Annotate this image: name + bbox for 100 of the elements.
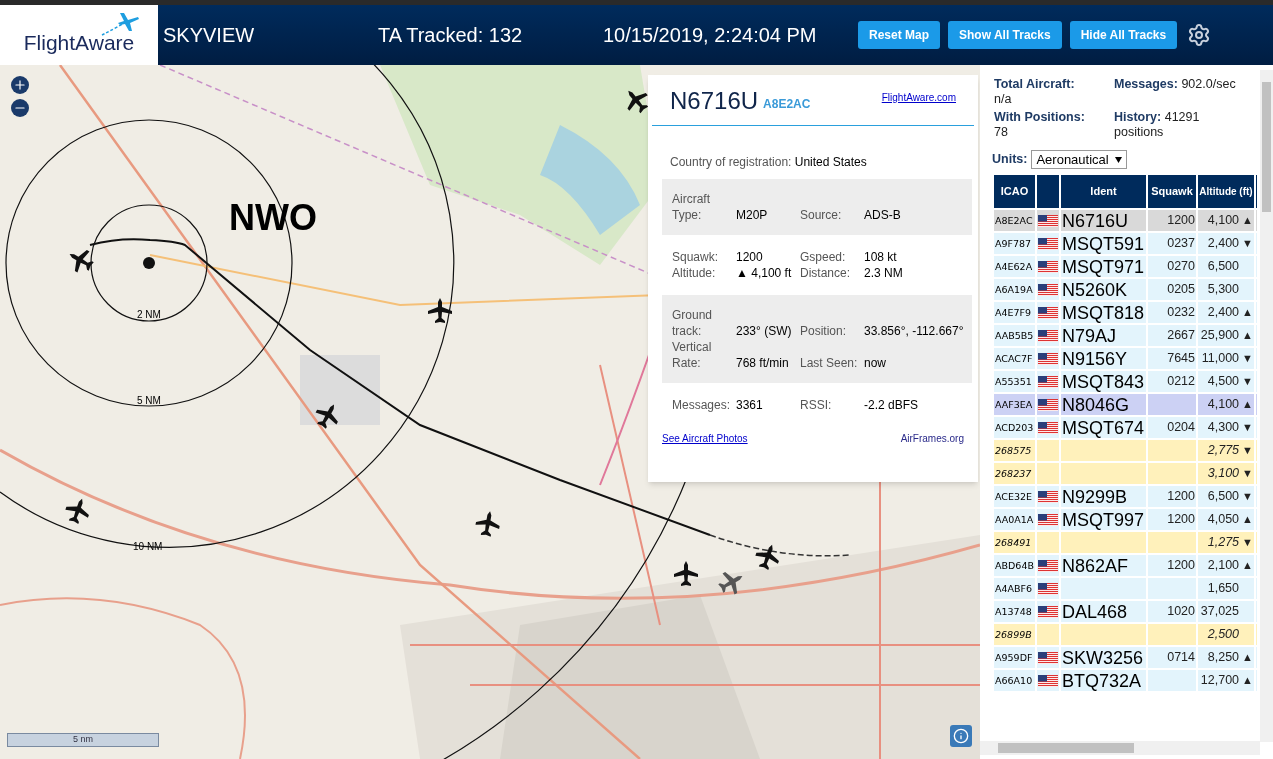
flightaware-link[interactable]: FlightAware.com xyxy=(881,90,956,105)
ring-label: 5 NM xyxy=(137,394,161,408)
aircraft-row[interactable]: A4E7F9 MSQT818 0232 2,400 ▲ xyxy=(994,302,1257,323)
ident-cell: MSQT674 xyxy=(1061,417,1146,438)
settings-icon[interactable] xyxy=(1187,23,1212,47)
altitude-cell: 4,500 ▼ xyxy=(1198,371,1254,392)
aircraft-row[interactable]: ACE32E N9299B 1200 6,500 ▼ xyxy=(994,486,1257,507)
ident-cell: MSQT591 xyxy=(1061,233,1146,254)
aircraft-row[interactable]: A55351 MSQT843 0212 4,500 ▼ xyxy=(994,371,1257,392)
field-value: 2.3 NM xyxy=(864,265,904,281)
logo-plane-icon xyxy=(100,11,140,37)
ident-cell: N9156Y xyxy=(1061,348,1146,369)
plane-icon[interactable] xyxy=(428,298,452,323)
field-label: Altitude: xyxy=(672,265,717,281)
aircraft-row[interactable]: ACAC7F N9156Y 7645 11,000 ▼ xyxy=(994,348,1257,369)
us-flag-icon xyxy=(1038,329,1058,342)
squawk-cell: 1020 xyxy=(1148,601,1196,622)
icao-cell: ABD64B xyxy=(994,555,1035,576)
aircraft-row[interactable]: ABD64B N862AF 1200 2,100 ▲ xyxy=(994,555,1257,576)
plane-icon[interactable] xyxy=(69,250,94,273)
field-label: Messages: xyxy=(672,397,732,413)
receiver-marker xyxy=(143,257,155,269)
us-flag-icon xyxy=(1038,260,1058,273)
us-flag-icon xyxy=(1038,237,1058,250)
plane-icon[interactable] xyxy=(674,561,698,586)
scale-label: 5 nm xyxy=(73,733,93,747)
aircraft-row[interactable]: A8E2AC N6716U 1200 4,100 ▲ xyxy=(994,210,1257,231)
aircraft-row[interactable]: 268491 1,275 ▼ xyxy=(994,532,1257,553)
icao-cell: A4E62A xyxy=(994,256,1035,277)
stat-text: History: 41291 positions xyxy=(1114,110,1201,140)
squawk-cell: 0204 xyxy=(1148,417,1196,438)
icao-cell: A4ABF6 xyxy=(994,578,1035,599)
field-label: Distance: xyxy=(800,265,852,281)
icao-cell: A6A19A xyxy=(994,279,1035,300)
altitude-cell: 4,300 ▼ xyxy=(1198,417,1254,438)
aircraft-row[interactable]: AA0A1A MSQT997 1200 4,050 ▲ xyxy=(994,509,1257,530)
stat-text: With Positions: 78 xyxy=(994,110,1086,140)
field-label: Source: xyxy=(800,207,843,223)
altitude-cell: 1,650 xyxy=(1198,578,1254,599)
column-header[interactable]: Ident xyxy=(1061,175,1146,208)
field-label: Gspeed: xyxy=(800,249,847,265)
field-label: Ground track: xyxy=(672,307,714,339)
field-label: Last Seen: xyxy=(800,355,859,371)
icao-cell: A13748 xyxy=(994,601,1035,622)
squawk-cell: 0270 xyxy=(1148,256,1196,277)
field-value: now xyxy=(864,355,887,371)
date-time: 10/15/2019, 2:24:04 PM xyxy=(603,23,818,48)
aircraft-row[interactable]: 268575 2,775 ▼ xyxy=(994,440,1257,461)
aircraft-row[interactable]: A4ABF6 1,650 xyxy=(994,578,1257,599)
altitude-cell: 4,050 ▲ xyxy=(1198,509,1254,530)
plane-icon[interactable] xyxy=(755,544,779,570)
us-flag-icon xyxy=(1038,283,1058,296)
us-flag-icon xyxy=(1038,651,1058,664)
aircraft-row[interactable]: A4E62A MSQT971 0270 6,500 xyxy=(994,256,1257,277)
units-select[interactable]: Aeronautical xyxy=(1031,150,1127,169)
squawk-cell: 2667 xyxy=(1148,325,1196,346)
us-flag-icon xyxy=(1038,421,1058,434)
altitude-cell: 2,775 ▼ xyxy=(1198,440,1254,461)
ident-cell: N5260K xyxy=(1061,279,1146,300)
plane-icon[interactable] xyxy=(627,90,649,114)
aircraft-photos-link[interactable]: See Aircraft Photos xyxy=(662,431,748,446)
aircraft-row[interactable]: AAF3EA N8046G 4,100 ▲ xyxy=(994,394,1257,415)
ident-cell: MSQT843 xyxy=(1061,371,1146,392)
plane-icon[interactable] xyxy=(718,572,743,595)
column-header[interactable]: ICAO xyxy=(994,175,1035,208)
aircraft-row[interactable]: 26899B 2,500 xyxy=(994,624,1257,645)
vertical-scrollbar[interactable] xyxy=(1260,70,1273,742)
icao-cell: A9F787 xyxy=(994,233,1035,254)
altitude-cell: 5,300 xyxy=(1198,279,1254,300)
info-button[interactable] xyxy=(950,725,972,747)
popup-icao: A8E2AC xyxy=(763,96,811,113)
field-label: Squawk: xyxy=(672,249,720,265)
icao-cell: AAF3EA xyxy=(994,394,1035,415)
horizontal-scrollbar[interactable] xyxy=(980,741,1260,755)
aircraft-row[interactable]: 268237 3,100 ▼ xyxy=(994,463,1257,484)
aircraft-row[interactable]: A66A10 BTQ732A 12,700 ▲ xyxy=(994,670,1257,691)
field-value: 1200 xyxy=(736,249,764,265)
aircraft-row[interactable]: ACD203 MSQT674 0204 4,300 ▼ xyxy=(994,417,1257,438)
squawk-cell: 0212 xyxy=(1148,371,1196,392)
plane-icon[interactable] xyxy=(65,498,89,524)
column-header[interactable]: Altitude (ft) xyxy=(1198,175,1254,208)
altitude-cell: 37,025 xyxy=(1198,601,1254,622)
units-label: Units: xyxy=(992,151,1028,169)
aircraft-row[interactable]: AAB5B5 N79AJ 2667 25,900 ▲ xyxy=(994,325,1257,346)
aircraft-row[interactable]: A6A19A N5260K 0205 5,300 xyxy=(994,279,1257,300)
aircraft-row[interactable]: A9F787 MSQT591 0237 2,400 ▼ xyxy=(994,233,1257,254)
ident-cell: MSQT971 xyxy=(1061,256,1146,277)
aircraft-row[interactable]: A959DF SKW3256 0714 8,250 ▲ xyxy=(994,647,1257,668)
plane-icon[interactable] xyxy=(475,511,500,537)
squawk-cell: 1200 xyxy=(1148,509,1196,530)
icao-cell: 268575 xyxy=(994,440,1035,461)
icao-cell: A55351 xyxy=(994,371,1035,392)
plane-icon[interactable] xyxy=(315,404,338,429)
field-label: Vertical Rate: xyxy=(672,339,713,371)
field-value: 768 ft/min xyxy=(736,355,790,371)
column-header[interactable]: Squawk xyxy=(1148,175,1196,208)
airframes-link[interactable]: AirFrames.org xyxy=(900,431,964,446)
aircraft-row[interactable]: A13748 DAL468 1020 37,025 xyxy=(994,601,1257,622)
us-flag-icon xyxy=(1038,375,1058,388)
icao-cell: A8E2AC xyxy=(994,210,1035,231)
